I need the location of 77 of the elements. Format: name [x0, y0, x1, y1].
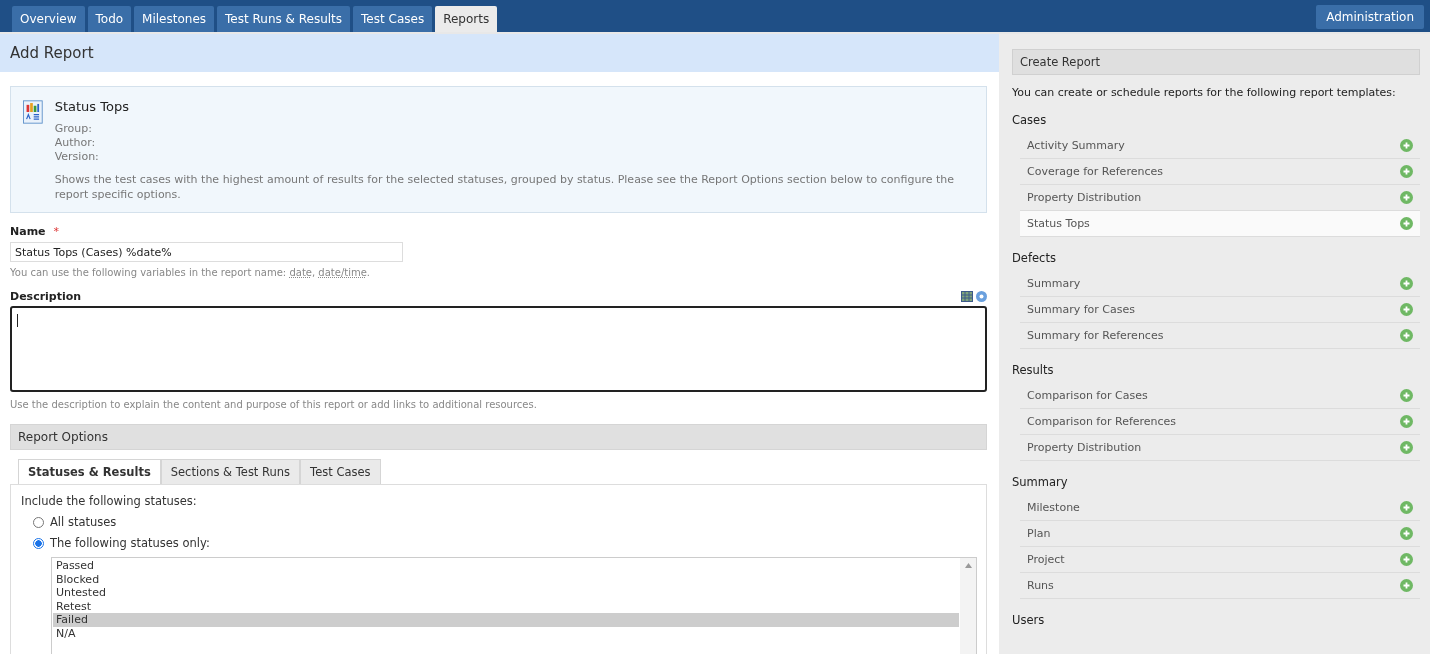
options-tab[interactable]: Sections & Test Runs [160, 459, 301, 485]
required-marker: * [53, 225, 60, 238]
sidebar-intro: You can create or schedule reports for the following report templates: [1012, 86, 1397, 99]
nav-tab[interactable]: Todo [87, 6, 132, 32]
template-item[interactable]: Summary for Cases [1020, 297, 1420, 323]
options-tab[interactable]: Statuses & Results [18, 459, 161, 485]
add-icon[interactable] [1400, 553, 1413, 566]
add-icon[interactable] [1400, 277, 1413, 290]
add-icon[interactable] [1400, 415, 1413, 428]
add-icon[interactable] [1400, 389, 1413, 402]
statuses-listbox[interactable]: Passed Blocked Untested Retest Failed N/A [51, 557, 977, 654]
add-icon[interactable] [1400, 441, 1413, 454]
page-title: Add Report [0, 34, 999, 72]
radio-button[interactable] [33, 537, 44, 549]
radio-label[interactable]: All statuses [50, 515, 117, 529]
status-option[interactable]: Passed [53, 559, 959, 573]
radio-button[interactable] [33, 516, 44, 528]
nav-tab[interactable]: Milestones [134, 6, 215, 32]
status-option[interactable]: Failed [53, 613, 959, 627]
template-group-title: Users [1012, 613, 1046, 627]
add-icon[interactable] [1400, 165, 1413, 178]
template-item[interactable]: Comparison for Cases [1020, 383, 1420, 409]
template-item[interactable]: Runs [1020, 573, 1420, 599]
add-icon[interactable] [1400, 501, 1413, 514]
template-meta: Version: [54, 150, 100, 164]
description-textarea[interactable] [10, 306, 987, 392]
template-item[interactable]: Activity Summary [1020, 133, 1420, 159]
nav-tab[interactable]: Test Cases [353, 6, 433, 32]
status-option[interactable]: N/A [53, 626, 959, 641]
report-options-header: Report Options [10, 424, 987, 450]
template-description: Shows the test cases with the highest amount of results for the selected statuses, grouped by status. Please see the Report Options section below to configure the report specific options. [54, 172, 955, 202]
scroll-up-icon[interactable] [964, 563, 972, 568]
status-option[interactable]: Untested [53, 586, 959, 600]
template-item[interactable]: Comparison for References [1020, 409, 1420, 435]
status-option[interactable]: Blocked [53, 572, 959, 587]
status-option[interactable]: Retest [53, 599, 959, 614]
add-icon[interactable] [1400, 579, 1413, 592]
name-input[interactable]: Status Tops (Cases) %date% [10, 242, 403, 262]
variable-link[interactable]: date [289, 267, 312, 278]
table-icon[interactable] [961, 291, 973, 302]
administration-button[interactable]: Administration [1316, 5, 1424, 29]
template-item[interactable]: Milestone [1020, 495, 1420, 521]
add-icon[interactable] [1400, 191, 1413, 204]
description-label: Description [10, 290, 82, 303]
statuses-prompt: Include the following statuses: [21, 494, 198, 508]
sidebar-header: Create Report [1012, 49, 1420, 75]
text-cursor [17, 314, 18, 327]
nav-tab[interactable]: Test Runs & Results [217, 6, 351, 32]
radio-label[interactable]: The following statuses only: [50, 536, 210, 550]
template-group-title: Results [1012, 363, 1055, 377]
add-icon[interactable] [1400, 217, 1413, 230]
variable-link[interactable]: date/time [318, 267, 367, 278]
name-label: Name [10, 225, 46, 238]
description-hint: Use the description to explain the content and purpose of this report or add links to additional resources. [10, 399, 538, 410]
add-icon[interactable] [1400, 303, 1413, 316]
template-group-title: Cases [1012, 113, 1048, 127]
template-item[interactable]: Status Tops [1020, 211, 1420, 237]
report-chart-icon [23, 99, 43, 125]
template-item[interactable]: Plan [1020, 521, 1420, 547]
template-item[interactable]: Coverage for References [1020, 159, 1420, 185]
template-title: Status Tops [54, 99, 130, 114]
help-icon[interactable] [976, 291, 987, 302]
template-group-title: Summary [1012, 475, 1069, 489]
template-item[interactable]: Summary for References [1020, 323, 1420, 349]
template-meta: Author: [54, 136, 97, 150]
nav-tab[interactable]: Reports [435, 6, 498, 32]
template-item[interactable]: Summary [1020, 271, 1420, 297]
add-icon[interactable] [1400, 139, 1413, 152]
add-icon[interactable] [1400, 329, 1413, 342]
template-group-title: Defects [1012, 251, 1057, 265]
nav-tab[interactable]: Overview [12, 6, 85, 32]
add-icon[interactable] [1400, 527, 1413, 540]
template-item[interactable]: Project [1020, 547, 1420, 573]
name-hint: You can use the following variables in the report name: date, date/time. [10, 267, 372, 278]
options-tab[interactable]: Test Cases [300, 459, 381, 485]
template-item[interactable]: Property Distribution [1020, 435, 1420, 461]
template-meta: Group: [54, 122, 93, 136]
